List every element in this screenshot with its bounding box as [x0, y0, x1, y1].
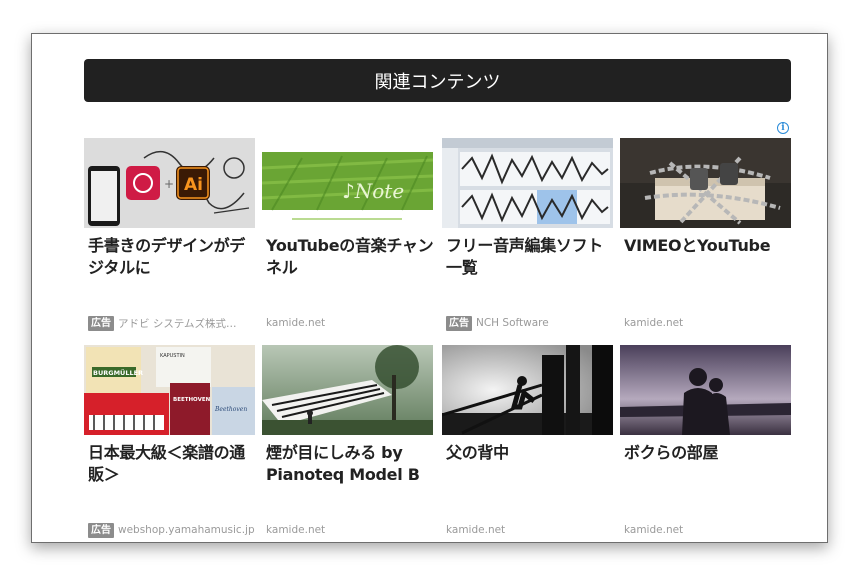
- ad-badge: 広告: [88, 315, 114, 331]
- related-content-window: 関連コンテンツ i + Ai 手書きのデザインがデジタルに 広告 アドビ システ…: [31, 33, 828, 543]
- card-title: 煙が目にしみる by Pianoteq Model B: [266, 443, 420, 484]
- content-card[interactable]: VIMEOとYouTube kamide.net: [620, 138, 792, 331]
- card-source: kamide.net: [266, 315, 434, 331]
- svg-text:Ai: Ai: [184, 175, 203, 195]
- card-source-text: kamide.net: [266, 524, 326, 536]
- ad-badge: 広告: [446, 315, 472, 331]
- card-source: kamide.net: [446, 522, 614, 538]
- svg-text:BURGMÜLLER: BURGMÜLLER: [93, 368, 143, 377]
- couple-silhouette-image: [620, 345, 791, 435]
- card-title: 日本最大級＜楽譜の通販＞: [88, 443, 246, 484]
- waveform-editor-image: [442, 138, 613, 228]
- card-title: VIMEOとYouTube: [624, 236, 771, 255]
- ad-badge: 広告: [88, 522, 114, 538]
- section-title: 関連コンテンツ: [374, 71, 501, 93]
- content-card[interactable]: ボクらの部屋 kamide.net: [620, 345, 792, 538]
- svg-text:Beethoven: Beethoven: [214, 406, 247, 413]
- card-source-text: kamide.net: [446, 524, 506, 536]
- card-source: kamide.net: [624, 522, 792, 538]
- card-source: 広告 NCH Software: [446, 315, 614, 331]
- card-source-text: kamide.net: [624, 317, 684, 329]
- card-source-text: kamide.net: [266, 317, 326, 329]
- ad-info-icon[interactable]: i: [777, 122, 789, 134]
- content-card[interactable]: 父の背中 kamide.net: [442, 345, 614, 538]
- content-card[interactable]: ♪Note YouTubeの音楽チャンネル kamide.net: [262, 138, 434, 331]
- piano-landscape-image: [262, 345, 433, 435]
- chained-book-image: [620, 138, 791, 228]
- card-source: kamide.net: [624, 315, 792, 331]
- svg-text:BEETHOVEN: BEETHOVEN: [173, 397, 211, 403]
- card-source: 広告 アドビ システムズ株式…: [88, 315, 256, 331]
- svg-text:KAPUSTIN: KAPUSTIN: [160, 353, 185, 359]
- card-title: ボクらの部屋: [624, 443, 719, 462]
- content-card[interactable]: BURGMÜLLER KAPUSTIN BEETHOVEN Beethoven …: [84, 345, 256, 538]
- card-title: 父の背中: [446, 443, 509, 462]
- card-source-text: kamide.net: [624, 524, 684, 536]
- section-header: 関連コンテンツ: [84, 59, 791, 102]
- card-title: YouTubeの音楽チャンネル: [266, 236, 434, 277]
- card-source-text: NCH Software: [476, 317, 549, 329]
- card-title: 手書きのデザインがデジタルに: [88, 236, 246, 277]
- green-grass-note-image: ♪Note: [262, 138, 433, 228]
- card-title: フリー音声編集ソフト一覧: [446, 236, 604, 277]
- card-source-text: webshop.yamahamusic.jp: [118, 524, 255, 536]
- svg-text:♪Note: ♪Note: [342, 179, 404, 203]
- silhouette-worker-image: [442, 345, 613, 435]
- svg-text:+: +: [164, 177, 174, 191]
- content-card[interactable]: + Ai 手書きのデザインがデジタルに 広告 アドビ システムズ株式…: [84, 138, 256, 331]
- content-card[interactable]: 煙が目にしみる by Pianoteq Model B kamide.net: [262, 345, 434, 538]
- adobe-capture-image: + Ai: [84, 138, 255, 228]
- card-source: 広告 webshop.yamahamusic.jp: [88, 522, 256, 538]
- sheet-music-books-image: BURGMÜLLER KAPUSTIN BEETHOVEN Beethoven: [84, 345, 255, 435]
- card-source: kamide.net: [266, 522, 434, 538]
- card-source-text: アドビ システムズ株式…: [118, 317, 237, 330]
- content-card[interactable]: フリー音声編集ソフト一覧 広告 NCH Software: [442, 138, 614, 331]
